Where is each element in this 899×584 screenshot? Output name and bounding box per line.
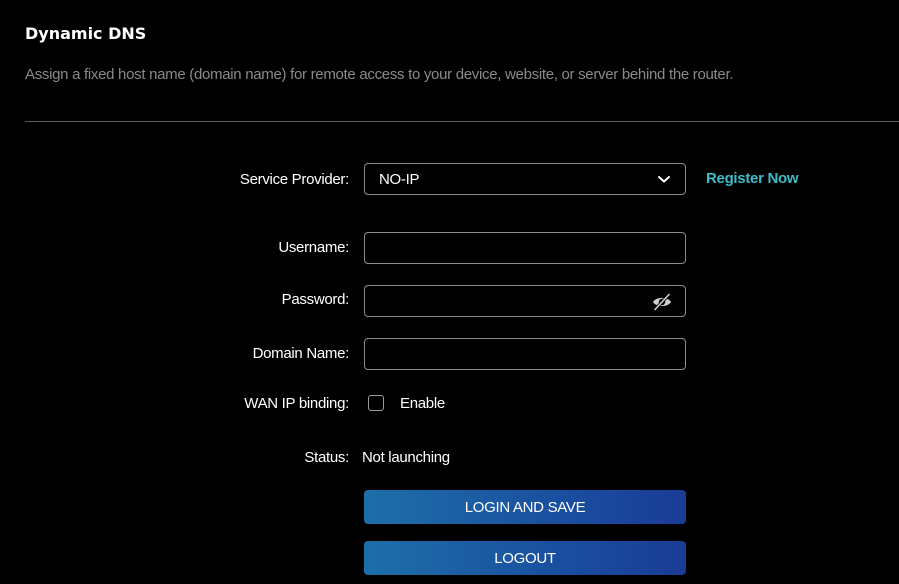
register-now-link[interactable]: Register Now <box>706 170 799 187</box>
service-provider-select[interactable]: NO-IP <box>364 163 686 195</box>
password-input[interactable] <box>364 285 686 317</box>
service-provider-label: Service Provider: <box>239 171 349 188</box>
page-title: Dynamic DNS <box>25 24 147 43</box>
chevron-down-icon <box>658 176 670 183</box>
page-description: Assign a fixed host name (domain name) f… <box>25 66 734 83</box>
wan-ip-binding-checkbox[interactable] <box>368 395 384 411</box>
wan-ip-binding-label: WAN IP binding: <box>244 395 349 412</box>
divider <box>25 121 899 122</box>
login-and-save-button[interactable]: LOGIN AND SAVE <box>364 490 686 524</box>
eye-slash-icon[interactable] <box>651 293 673 311</box>
enable-checkbox-label[interactable]: Enable <box>400 395 445 412</box>
password-label: Password: <box>281 291 350 308</box>
username-label: Username: <box>278 239 349 256</box>
logout-button[interactable]: LOGOUT <box>364 541 686 575</box>
status-value: Not launching <box>362 449 450 466</box>
service-provider-value: NO-IP <box>379 170 420 188</box>
username-input[interactable] <box>364 232 686 264</box>
domain-name-input[interactable] <box>364 338 686 370</box>
status-label: Status: <box>304 449 349 466</box>
domain-name-label: Domain Name: <box>252 345 350 362</box>
